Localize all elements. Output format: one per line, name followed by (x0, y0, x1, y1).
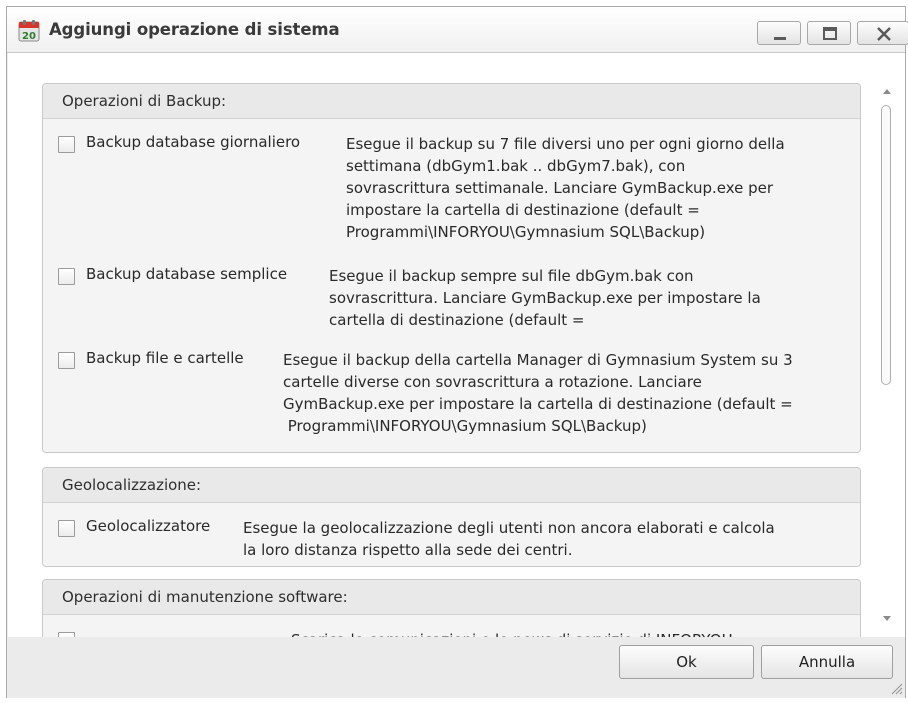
backup-files-checkbox[interactable] (58, 352, 75, 369)
backup-daily-checkbox[interactable] (58, 136, 75, 153)
group-backup: Operazioni di Backup: Backup database gi… (42, 83, 861, 453)
group-maintenance: Operazioni di manutenzione software: Sca… (42, 579, 861, 637)
group-header: Operazioni di manutenzione software: (43, 580, 860, 615)
scroll-up-icon[interactable] (881, 87, 893, 95)
option-row: Geolocalizzatore Esegue la geolocalizzaz… (43, 516, 860, 562)
group-geolocation: Geolocalizzazione: Geolocalizzatore Eseg… (42, 467, 861, 567)
description-line: cartelle diverse con sovrascrittura a ro… (283, 373, 702, 391)
backup-simple-checkbox[interactable] (58, 268, 75, 285)
description-line: Esegue il backup sempre sul file dbGym.b… (329, 267, 694, 285)
close-icon (877, 27, 891, 41)
cancel-button[interactable]: Annulla (761, 645, 893, 679)
operations-list[interactable]: Operazioni di Backup: Backup database gi… (8, 53, 873, 637)
backup-daily-label[interactable]: Backup database giornaliero (86, 133, 300, 151)
svg-text:20: 20 (22, 31, 36, 42)
backup-files-description: Esegue il backup della cartella Manager … (283, 349, 793, 437)
geolocator-description: Esegue la geolocalizzazione degli utenti… (243, 517, 775, 561)
window-title: Aggiungi operazione di sistema (49, 20, 340, 39)
description-line: settimana (dbGym1.bak .. dbGym7.bak), co… (346, 157, 686, 175)
minimize-button[interactable] (757, 21, 801, 45)
description-line: Esegue il backup della cartella Manager … (283, 351, 793, 369)
scroll-down-icon[interactable] (881, 615, 893, 623)
ok-button[interactable]: Ok (619, 645, 754, 679)
description-line: impostare la cartella di destinazione (d… (346, 201, 700, 219)
maintenance-description: Scarica le comunicazioni e le news di se… (291, 629, 733, 637)
maximize-icon (823, 27, 837, 40)
description-line: Esegue la geolocalizzazione degli utenti… (243, 519, 775, 537)
dialog-window: 20 Aggiungi operazione di sistema Operaz… (6, 6, 908, 698)
option-row: Backup database giornaliero Esegue il ba… (43, 132, 860, 252)
backup-simple-description: Esegue il backup sempre sul file dbGym.b… (329, 265, 761, 331)
backup-daily-description: Esegue il backup su 7 file diversi uno p… (346, 133, 785, 243)
description-line: GymBackup.exe per impostare la cartella … (283, 395, 793, 413)
backup-simple-label[interactable]: Backup database semplice (86, 265, 287, 283)
description-line: cartella di destinazione (default = (329, 311, 585, 329)
scrollbar-thumb[interactable] (881, 105, 891, 385)
maximize-button[interactable] (807, 21, 851, 45)
geolocator-checkbox[interactable] (58, 520, 75, 537)
description-line: Programmi\INFORYOU\Gymnasium SQL\Backup) (283, 417, 647, 435)
close-button[interactable] (857, 21, 908, 45)
dialog-footer: Ok Annulla (7, 637, 905, 698)
group-header: Geolocalizzazione: (43, 468, 860, 503)
calendar-icon: 20 (18, 20, 40, 42)
minimize-icon (774, 37, 786, 40)
description-line: Esegue il backup su 7 file diversi uno p… (346, 135, 785, 153)
option-row: Scarica le comunicazioni e le news di se… (43, 628, 860, 637)
title-bar[interactable]: 20 Aggiungi operazione di sistema (7, 7, 908, 53)
option-row: Backup file e cartelle Esegue il backup … (43, 348, 860, 444)
description-line: sovrascrittura settimanale. Lanciare Gym… (346, 179, 774, 197)
resize-grip-icon[interactable] (889, 681, 903, 695)
option-row: Backup database semplice Esegue il backu… (43, 264, 860, 334)
backup-files-label[interactable]: Backup file e cartelle (86, 349, 244, 367)
geolocator-label[interactable]: Geolocalizzatore (86, 517, 210, 535)
description-line: la loro distanza rispetto alla sede dei … (243, 541, 573, 559)
dialog-content: Operazioni di Backup: Backup database gi… (8, 53, 905, 637)
group-header: Operazioni di Backup: (43, 84, 860, 119)
description-line: Scarica le comunicazioni e le news di se… (291, 629, 733, 637)
vertical-scrollbar[interactable] (873, 53, 905, 637)
description-line: Programmi\INFORYOU\Gymnasium SQL\Backup) (346, 223, 706, 241)
description-line: sovrascrittura. Lanciare GymBackup.exe p… (329, 289, 761, 307)
